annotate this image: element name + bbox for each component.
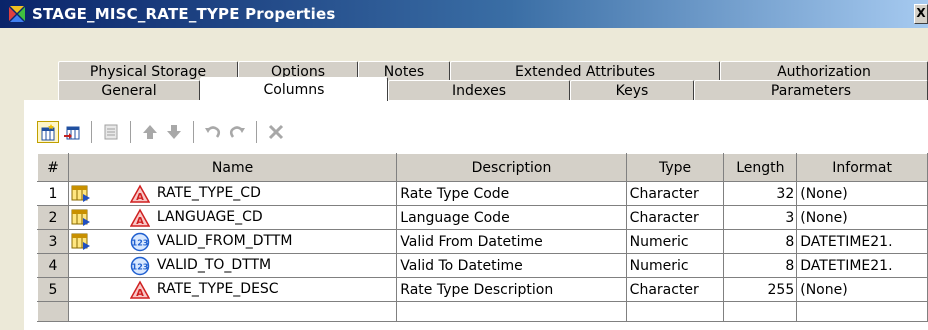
- description-cell[interactable]: Language Code: [396, 205, 627, 230]
- svg-text:A: A: [136, 192, 144, 203]
- table-row[interactable]: 3 123 VALID_FROM_DTTM Valid From Datetim…: [37, 229, 928, 254]
- description-cell[interactable]: [396, 301, 627, 322]
- row-number[interactable]: 4: [37, 253, 69, 278]
- character-icon: A: [129, 280, 151, 300]
- column-name: RATE_TYPE_CD: [156, 185, 261, 201]
- description-cell[interactable]: Rate Type Description: [396, 277, 627, 302]
- length-cell[interactable]: 32: [723, 181, 798, 206]
- numeric-icon: 123: [130, 232, 150, 252]
- column-name: RATE_TYPE_DESC: [156, 281, 279, 297]
- col-header-length[interactable]: Length: [723, 153, 798, 182]
- name-cell[interactable]: A LANGUAGE_CD: [67, 205, 398, 230]
- table-properties-icon: [8, 5, 26, 23]
- move-up-icon[interactable]: [139, 121, 161, 143]
- informat-cell[interactable]: (None): [796, 181, 928, 206]
- informat-cell[interactable]: (None): [796, 277, 928, 302]
- name-cell[interactable]: A RATE_TYPE_CD: [67, 181, 398, 206]
- type-cell[interactable]: Character: [625, 205, 725, 230]
- close-button[interactable]: X: [914, 4, 928, 24]
- name-cell[interactable]: A RATE_TYPE_DESC: [67, 277, 398, 302]
- grid-header-row: # Name Description Type Length Informat: [37, 153, 928, 182]
- col-header-description[interactable]: Description: [396, 153, 627, 182]
- svg-text:A: A: [136, 216, 144, 227]
- svg-text:A: A: [136, 288, 144, 299]
- tab-authorization[interactable]: Authorization: [720, 61, 928, 81]
- properties-icon[interactable]: [100, 121, 122, 143]
- table-row[interactable]: 4 123 VALID_TO_DTTM Valid To Datetime Nu…: [37, 253, 928, 278]
- column-name: VALID_FROM_DTTM: [156, 233, 293, 249]
- col-header-number[interactable]: #: [37, 153, 69, 182]
- type-cell[interactable]: [625, 301, 725, 322]
- title-bar: STAGE_MISC_RATE_TYPE Properties X: [0, 0, 928, 28]
- new-column-icon[interactable]: [37, 121, 59, 143]
- col-header-informat[interactable]: Informat: [796, 153, 928, 182]
- window-title: STAGE_MISC_RATE_TYPE Properties: [32, 5, 336, 23]
- svg-text:123: 123: [132, 263, 149, 272]
- row-number[interactable]: 1: [37, 181, 69, 206]
- move-down-icon[interactable]: [163, 121, 185, 143]
- tab-general[interactable]: General: [58, 80, 200, 100]
- tab-extended-attributes[interactable]: Extended Attributes: [450, 61, 720, 81]
- svg-text:123: 123: [132, 239, 149, 248]
- row-number[interactable]: 3: [37, 229, 69, 254]
- description-cell[interactable]: Valid To Datetime: [396, 253, 627, 278]
- tab-parameters[interactable]: Parameters: [694, 80, 928, 100]
- col-header-type[interactable]: Type: [625, 153, 725, 182]
- character-icon: A: [129, 184, 151, 204]
- tab-row-front: General Columns Indexes Keys Parameters: [58, 77, 928, 101]
- table-row[interactable]: 1 A RATE_TYPE_CD Rate Type Code Characte…: [37, 181, 928, 206]
- length-cell[interactable]: 8: [723, 253, 798, 278]
- primary-key-icon: [71, 209, 91, 227]
- character-icon: A: [129, 208, 151, 228]
- row-number[interactable]: 2: [37, 205, 69, 230]
- toolbar-separator: [256, 121, 257, 143]
- type-cell[interactable]: Numeric: [625, 253, 725, 278]
- description-cell[interactable]: Valid From Datetime: [396, 229, 627, 254]
- row-number[interactable]: 5: [37, 277, 69, 302]
- undo-icon[interactable]: [202, 121, 224, 143]
- length-cell[interactable]: [723, 301, 798, 322]
- columns-toolbar: [37, 118, 287, 146]
- length-cell[interactable]: 3: [723, 205, 798, 230]
- type-cell[interactable]: Character: [625, 181, 725, 206]
- toolbar-separator: [130, 121, 131, 143]
- table-row[interactable]: 5 A RATE_TYPE_DESC Rate Type Description…: [37, 277, 928, 302]
- numeric-icon: 123: [130, 256, 150, 276]
- informat-cell[interactable]: DATETIME21.: [796, 229, 928, 254]
- column-name: LANGUAGE_CD: [156, 209, 263, 225]
- column-name: VALID_TO_DTTM: [156, 257, 272, 273]
- primary-key-icon: [71, 185, 91, 203]
- informat-cell[interactable]: [796, 301, 928, 322]
- columns-grid: # Name Description Type Length Informat …: [37, 153, 928, 322]
- length-cell[interactable]: 255: [723, 277, 798, 302]
- table-row[interactable]: 2 A LANGUAGE_CD Language Code Character …: [37, 205, 928, 230]
- tab-row-back: Physical Storage Options Notes Extended …: [58, 61, 928, 81]
- name-cell[interactable]: [67, 301, 398, 322]
- description-cell[interactable]: Rate Type Code: [396, 181, 627, 206]
- name-cell[interactable]: 123 VALID_TO_DTTM: [67, 253, 398, 278]
- redo-icon[interactable]: [226, 121, 248, 143]
- tab-keys[interactable]: Keys: [570, 80, 694, 100]
- row-number[interactable]: [37, 301, 69, 322]
- type-cell[interactable]: Numeric: [625, 229, 725, 254]
- primary-key-icon: [71, 233, 91, 251]
- informat-cell[interactable]: DATETIME21.: [796, 253, 928, 278]
- length-cell[interactable]: 8: [723, 229, 798, 254]
- toolbar-separator: [193, 121, 194, 143]
- type-cell[interactable]: Character: [625, 277, 725, 302]
- informat-cell[interactable]: (None): [796, 205, 928, 230]
- col-header-name[interactable]: Name: [67, 153, 398, 182]
- delete-icon[interactable]: [265, 121, 287, 143]
- import-column-icon[interactable]: [61, 121, 83, 143]
- tab-columns[interactable]: Columns: [200, 77, 388, 101]
- tab-indexes[interactable]: Indexes: [388, 80, 570, 100]
- name-cell[interactable]: 123 VALID_FROM_DTTM: [67, 229, 398, 254]
- toolbar-separator: [91, 121, 92, 143]
- table-row[interactable]: [37, 301, 928, 322]
